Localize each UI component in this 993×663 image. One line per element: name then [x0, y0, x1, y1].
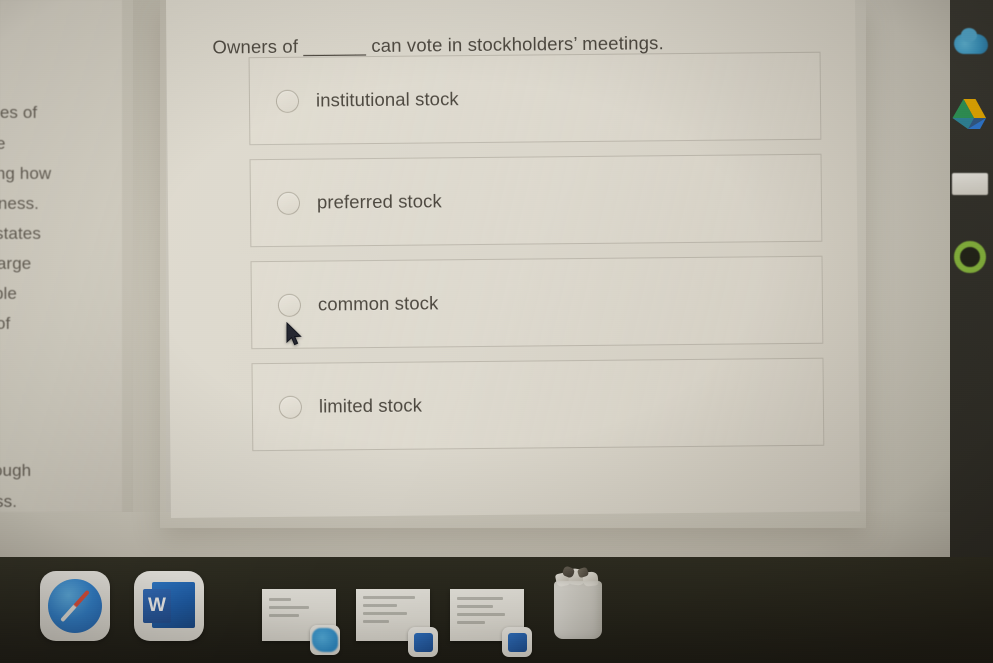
cloud-badge-icon [310, 625, 340, 655]
dock-item-document-window-3[interactable] [450, 589, 532, 657]
left-fragment: states [0, 224, 41, 243]
answer-option-preferred-stock[interactable]: preferred stock [249, 153, 823, 248]
right-edge-icon-strip [946, 0, 993, 558]
answer-option-label: common stock [317, 292, 439, 315]
dock-item-document-window-1[interactable] [262, 589, 340, 655]
quiz-sheet: Owners of ______ can vote in stockholder… [166, 0, 860, 518]
screen-viewport: les of e ing how iness. states large ble… [0, 0, 950, 558]
left-fragment: large [0, 254, 32, 273]
dock-background: W [0, 557, 993, 663]
dock-item-microsoft-word[interactable]: W [134, 571, 204, 641]
left-fragment: of [0, 314, 11, 333]
left-fragment: ss. [0, 492, 18, 511]
answer-option-label: limited stock [318, 394, 423, 417]
word-badge-icon [408, 627, 438, 657]
left-fragment: ough [0, 461, 32, 480]
trash-icon [548, 565, 608, 639]
safari-icon [48, 579, 102, 633]
answer-option-common-stock[interactable]: common stock [250, 255, 824, 350]
radio-button-icon[interactable] [277, 293, 302, 317]
dock-item-document-window-2[interactable] [356, 589, 438, 657]
left-fragment: ing how [0, 164, 52, 183]
radio-button-icon[interactable] [278, 395, 303, 419]
radio-button-icon[interactable] [275, 89, 300, 113]
page-right-gutter [855, 0, 950, 558]
left-fragment: ble [0, 284, 17, 303]
white-rectangle-icon[interactable] [946, 168, 993, 202]
cloud-icon[interactable] [946, 26, 993, 66]
left-fragment: e [0, 134, 6, 153]
left-fragment: les of [0, 103, 38, 122]
page-left-gutter-shadow [133, 0, 166, 558]
green-ring-icon[interactable] [946, 236, 993, 284]
left-text-panel: les of e ing how iness. states large ble… [0, 0, 122, 512]
screenshot-root: les of e ing how iness. states large ble… [0, 0, 993, 663]
left-fragment: iness. [0, 194, 40, 213]
answer-option-institutional-stock[interactable]: institutional stock [248, 51, 822, 146]
dock-item-trash[interactable] [548, 565, 608, 639]
page-bottom-gutter [0, 512, 950, 558]
google-drive-icon[interactable] [946, 92, 993, 140]
answer-option-limited-stock[interactable]: limited stock [251, 357, 825, 452]
word-badge-icon [502, 627, 532, 657]
word-letter: W [143, 589, 171, 623]
answer-option-label: institutional stock [315, 88, 459, 111]
answer-option-label: preferred stock [316, 190, 442, 213]
answer-options-list: institutional stock preferred stock comm… [248, 51, 825, 452]
dock-item-safari[interactable] [40, 571, 110, 641]
radio-button-icon[interactable] [276, 191, 301, 215]
mouse-cursor-icon [286, 321, 303, 352]
word-icon: W [143, 580, 195, 632]
